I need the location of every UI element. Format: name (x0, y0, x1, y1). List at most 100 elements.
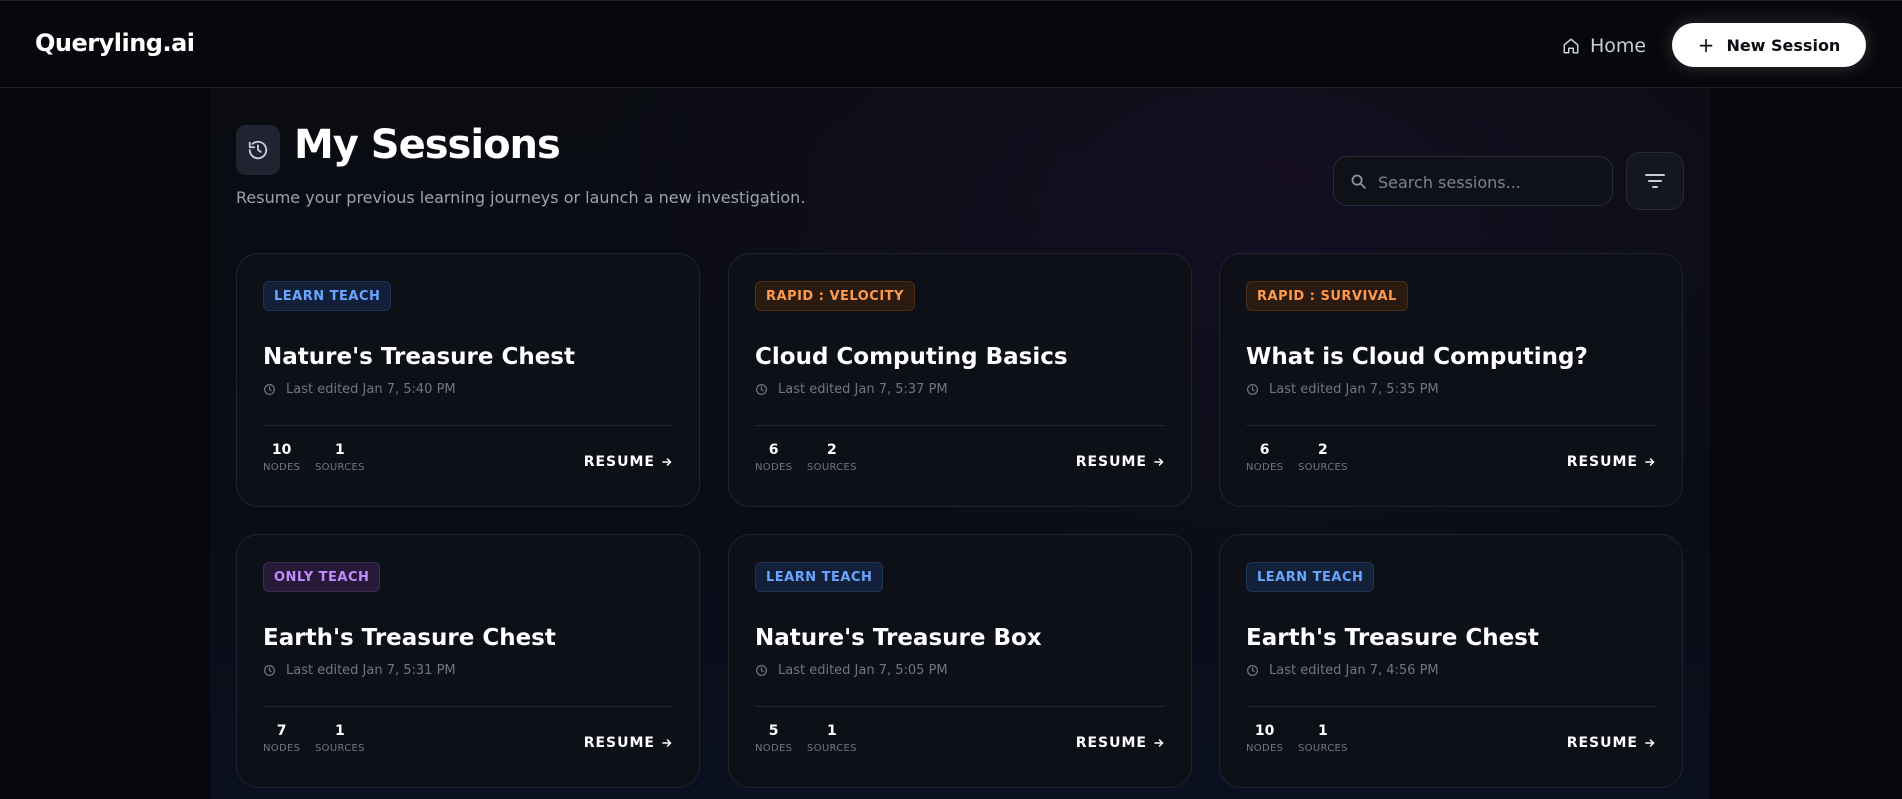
session-card[interactable]: LEARN TEACH Nature's Treasure Chest Last… (236, 253, 700, 507)
resume-label: RESUME (1566, 735, 1638, 751)
clock-icon (756, 384, 767, 395)
sources-stat: 2 SOURCES (1298, 442, 1348, 473)
sources-label: SOURCES (315, 743, 365, 754)
history-icon-tile (236, 125, 280, 175)
last-edited-text: Last edited Jan 7, 5:35 PM (1269, 382, 1439, 397)
last-edited: Last edited Jan 7, 5:35 PM (1246, 382, 1439, 397)
new-session-label: New Session (1726, 35, 1841, 55)
resume-label: RESUME (583, 735, 655, 751)
nodes-label: NODES (755, 462, 793, 473)
resume-label: RESUME (583, 454, 655, 470)
card-divider (263, 706, 673, 707)
resume-label: RESUME (1075, 454, 1147, 470)
session-title: What is Cloud Computing? (1246, 344, 1588, 370)
nodes-count: 10 (1254, 723, 1275, 739)
brand-logo[interactable]: Queryling.ai (35, 29, 195, 57)
resume-label: RESUME (1566, 454, 1638, 470)
sources-stat: 1 SOURCES (315, 723, 365, 754)
page-subtitle: Resume your previous learning journeys o… (236, 188, 806, 207)
card-divider (755, 425, 1165, 426)
sources-count: 2 (827, 442, 837, 458)
last-edited: Last edited Jan 7, 5:37 PM (755, 382, 948, 397)
sources-label: SOURCES (315, 462, 365, 473)
new-session-button[interactable]: + New Session (1672, 23, 1866, 67)
last-edited-text: Last edited Jan 7, 5:05 PM (778, 663, 948, 678)
last-edited-text: Last edited Jan 7, 5:40 PM (286, 382, 456, 397)
mode-badge: ONLY TEACH (263, 562, 381, 592)
nodes-count: 7 (276, 723, 287, 739)
clock-icon (1247, 665, 1258, 676)
mode-badge: RAPID : VELOCITY (755, 281, 915, 311)
sources-stat: 1 SOURCES (315, 442, 365, 473)
mode-badge: LEARN TEACH (263, 281, 392, 311)
sources-stat: 1 SOURCES (807, 723, 857, 754)
last-edited: Last edited Jan 7, 5:40 PM (263, 382, 456, 397)
sources-count: 1 (335, 442, 345, 458)
page-title: My Sessions (294, 122, 561, 168)
sources-label: SOURCES (807, 743, 857, 754)
search-field[interactable] (1333, 156, 1613, 206)
resume-button[interactable]: RESUME (584, 735, 673, 751)
last-edited-text: Last edited Jan 7, 5:31 PM (286, 663, 456, 678)
card-divider (1246, 425, 1656, 426)
resume-button[interactable]: RESUME (1567, 735, 1656, 751)
sources-label: SOURCES (1298, 743, 1348, 754)
home-icon (1563, 38, 1579, 54)
mode-badge: LEARN TEACH (755, 562, 884, 592)
arrow-right-icon (1645, 739, 1655, 747)
sources-count: 1 (827, 723, 837, 739)
nodes-count: 6 (768, 442, 779, 458)
plus-icon: + (1697, 33, 1715, 57)
nodes-label: NODES (1246, 743, 1284, 754)
last-edited: Last edited Jan 7, 5:31 PM (263, 663, 456, 678)
search-icon (1351, 174, 1366, 189)
top-navigation-bar: Queryling.ai Home + New Session (0, 0, 1902, 88)
last-edited-text: Last edited Jan 7, 5:37 PM (778, 382, 948, 397)
nodes-count: 5 (768, 723, 779, 739)
session-title: Cloud Computing Basics (755, 344, 1068, 370)
session-card[interactable]: LEARN TEACH Nature's Treasure Box Last e… (728, 534, 1192, 788)
session-title: Earth's Treasure Chest (1246, 625, 1539, 651)
last-edited-text: Last edited Jan 7, 4:56 PM (1269, 663, 1439, 678)
arrow-right-icon (662, 458, 672, 466)
nodes-stat: 7 NODES (263, 723, 300, 754)
nodes-count: 10 (271, 442, 292, 458)
filter-icon (1645, 174, 1665, 188)
nav-home-link[interactable]: Home (1562, 31, 1646, 61)
last-edited: Last edited Jan 7, 5:05 PM (755, 663, 948, 678)
session-title: Nature's Treasure Box (755, 625, 1042, 651)
resume-button[interactable]: RESUME (1567, 454, 1656, 470)
nodes-stat: 10 NODES (263, 442, 300, 473)
resume-button[interactable]: RESUME (1076, 454, 1165, 470)
clock-icon (264, 384, 275, 395)
sources-count: 1 (1318, 723, 1328, 739)
clock-icon (756, 665, 767, 676)
card-divider (1246, 706, 1656, 707)
last-edited: Last edited Jan 7, 4:56 PM (1246, 663, 1439, 678)
nodes-stat: 6 NODES (1246, 442, 1283, 473)
nodes-stat: 6 NODES (755, 442, 792, 473)
search-input[interactable] (1376, 169, 1600, 195)
nodes-label: NODES (263, 462, 301, 473)
arrow-right-icon (1154, 458, 1164, 466)
resume-button[interactable]: RESUME (1076, 735, 1165, 751)
session-title: Earth's Treasure Chest (263, 625, 556, 651)
resume-label: RESUME (1075, 735, 1147, 751)
mode-badge: LEARN TEACH (1246, 562, 1375, 592)
mode-badge: RAPID : SURVIVAL (1246, 281, 1408, 311)
session-card[interactable]: LEARN TEACH Earth's Treasure Chest Last … (1219, 534, 1683, 788)
session-card[interactable]: RAPID : SURVIVAL What is Cloud Computing… (1219, 253, 1683, 507)
clock-icon (1247, 384, 1258, 395)
resume-button[interactable]: RESUME (584, 454, 673, 470)
session-card[interactable]: ONLY TEACH Earth's Treasure Chest Last e… (236, 534, 700, 788)
nodes-count: 6 (1259, 442, 1270, 458)
card-divider (755, 706, 1165, 707)
nodes-label: NODES (263, 743, 301, 754)
sources-count: 2 (1318, 442, 1328, 458)
session-card[interactable]: RAPID : VELOCITY Cloud Computing Basics … (728, 253, 1192, 507)
nodes-stat: 10 NODES (1246, 723, 1283, 754)
card-divider (263, 425, 673, 426)
nodes-stat: 5 NODES (755, 723, 792, 754)
nav-home-label: Home (1590, 35, 1647, 57)
filter-button[interactable] (1626, 152, 1684, 210)
